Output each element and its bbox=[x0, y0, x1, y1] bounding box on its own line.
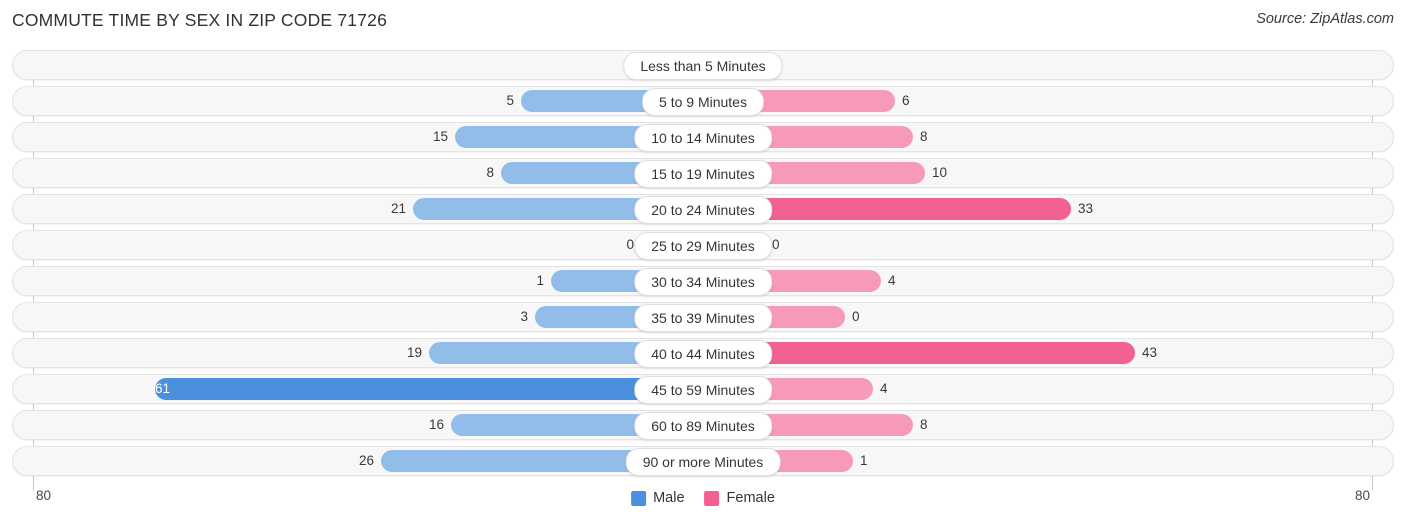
value-label-female: 1 bbox=[860, 453, 868, 468]
bar-row: 8 10 15 to 19 Minutes bbox=[0, 158, 1406, 188]
value-label-male: 26 bbox=[358, 453, 374, 468]
value-label-female: 4 bbox=[888, 273, 896, 288]
category-label-pill: 5 to 9 Minutes bbox=[642, 88, 764, 116]
bar-row: 61 4 45 to 59 Minutes bbox=[0, 374, 1406, 404]
row-bars: 19 43 40 to 44 Minutes bbox=[0, 338, 1406, 368]
row-bars: 16 8 60 to 89 Minutes bbox=[0, 410, 1406, 440]
value-label-female: 10 bbox=[932, 165, 948, 180]
legend-item-female[interactable]: Female bbox=[704, 490, 775, 506]
value-label-female: 43 bbox=[1142, 345, 1158, 360]
row-bars: 15 8 10 to 14 Minutes bbox=[0, 122, 1406, 152]
legend-label-male: Male bbox=[653, 490, 685, 506]
category-label-pill: 15 to 19 Minutes bbox=[634, 160, 772, 188]
bar-row: 5 6 5 to 9 Minutes bbox=[0, 86, 1406, 116]
page-title: COMMUTE TIME BY SEX IN ZIP CODE 71726 bbox=[12, 10, 388, 30]
value-label-male: 21 bbox=[390, 201, 406, 216]
bar-row: 15 8 10 to 14 Minutes bbox=[0, 122, 1406, 152]
value-label-male: 16 bbox=[428, 417, 444, 432]
value-label-male: 5 bbox=[506, 93, 514, 108]
value-label-male: 15 bbox=[432, 129, 448, 144]
category-label-pill: 20 to 24 Minutes bbox=[634, 196, 772, 224]
row-bars: 5 6 5 to 9 Minutes bbox=[0, 86, 1406, 116]
row-bars: 1 4 30 to 34 Minutes bbox=[0, 266, 1406, 296]
chart-header: COMMUTE TIME BY SEX IN ZIP CODE 71726 So… bbox=[0, 10, 1406, 38]
row-bars: 26 1 90 or more Minutes bbox=[0, 446, 1406, 476]
legend-swatch-female-icon bbox=[704, 490, 720, 506]
row-bars: 21 33 20 to 24 Minutes bbox=[0, 194, 1406, 224]
value-label-male: 19 bbox=[406, 345, 422, 360]
value-label-male: 1 bbox=[536, 273, 544, 288]
bar-row: 16 8 60 to 89 Minutes bbox=[0, 410, 1406, 440]
category-label-pill: 60 to 89 Minutes bbox=[634, 412, 772, 440]
chart-footer: 80 80 Male Female bbox=[0, 488, 1406, 523]
value-label-male: 8 bbox=[486, 165, 494, 180]
row-bars: 61 4 45 to 59 Minutes bbox=[0, 374, 1406, 404]
category-label-pill: 10 to 14 Minutes bbox=[634, 124, 772, 152]
legend-item-male[interactable]: Male bbox=[631, 490, 685, 506]
value-label-female: 8 bbox=[920, 417, 928, 432]
value-label-female: 0 bbox=[852, 309, 860, 324]
legend-label-female: Female bbox=[726, 490, 775, 506]
bar-row: 0 0 25 to 29 Minutes bbox=[0, 230, 1406, 260]
bar-row: 21 33 20 to 24 Minutes bbox=[0, 194, 1406, 224]
row-bars: 3 0 35 to 39 Minutes bbox=[0, 302, 1406, 332]
value-label-female: 4 bbox=[880, 381, 888, 396]
source-attribution: Source: ZipAtlas.com bbox=[1256, 11, 1394, 27]
value-label-female: 33 bbox=[1078, 201, 1094, 216]
category-label-pill: 90 or more Minutes bbox=[625, 448, 781, 476]
bar-row: 00Less than 5 Minutes bbox=[0, 50, 1406, 80]
chart-container: COMMUTE TIME BY SEX IN ZIP CODE 71726 So… bbox=[0, 0, 1406, 523]
category-label-pill: Less than 5 Minutes bbox=[623, 52, 783, 80]
bar-male[interactable] bbox=[155, 378, 703, 400]
bar-row: 1 4 30 to 34 Minutes bbox=[0, 266, 1406, 296]
bar-row: 19 43 40 to 44 Minutes bbox=[0, 338, 1406, 368]
category-label-pill: 45 to 59 Minutes bbox=[634, 376, 772, 404]
legend: Male Female bbox=[631, 490, 775, 506]
row-bars: 8 10 15 to 19 Minutes bbox=[0, 158, 1406, 188]
row-bars: 00Less than 5 Minutes bbox=[0, 50, 1406, 80]
plot-area: 00Less than 5 Minutes565 to 9 Minutes158… bbox=[0, 50, 1406, 490]
value-label-female: 8 bbox=[920, 129, 928, 144]
value-label-female: 6 bbox=[902, 93, 910, 108]
category-label-pill: 35 to 39 Minutes bbox=[634, 304, 772, 332]
category-label-pill: 40 to 44 Minutes bbox=[634, 340, 772, 368]
bar-row: 26 1 90 or more Minutes bbox=[0, 446, 1406, 476]
value-label-female: 0 bbox=[772, 237, 780, 252]
value-label-male: 61 bbox=[155, 381, 171, 396]
bar-rows: 00Less than 5 Minutes565 to 9 Minutes158… bbox=[0, 50, 1406, 482]
value-label-male: 0 bbox=[626, 237, 634, 252]
axis-tick-left: 80 bbox=[36, 488, 52, 503]
row-bars: 0 0 25 to 29 Minutes bbox=[0, 230, 1406, 260]
axis-tick-right: 80 bbox=[1354, 488, 1370, 503]
bar-row: 3 0 35 to 39 Minutes bbox=[0, 302, 1406, 332]
category-label-pill: 25 to 29 Minutes bbox=[634, 232, 772, 260]
legend-swatch-male-icon bbox=[631, 490, 647, 506]
value-label-male: 3 bbox=[520, 309, 528, 324]
category-label-pill: 30 to 34 Minutes bbox=[634, 268, 772, 296]
